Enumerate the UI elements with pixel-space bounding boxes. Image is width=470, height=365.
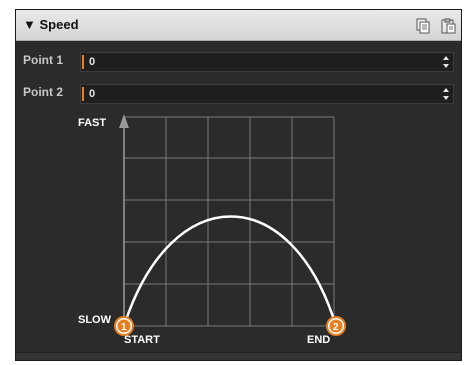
speed-curve-graph: 1 2 xyxy=(114,114,346,336)
speed-panel: ▼ Speed Point 1 0 Point 2 0 1 2 FAST SLO… xyxy=(15,9,462,361)
graph-grid xyxy=(123,116,335,327)
curve-point-1[interactable]: 1 xyxy=(114,316,134,336)
curve-point-2[interactable]: 2 xyxy=(326,316,346,336)
y-axis-top-label: FAST xyxy=(78,117,107,129)
y-axis-arrow xyxy=(119,114,129,326)
point-2-number: 2 xyxy=(333,322,339,333)
point-1-number: 1 xyxy=(121,322,127,333)
x-axis-left-label: START xyxy=(124,334,160,346)
y-axis-bottom-label: SLOW xyxy=(78,314,111,326)
speed-curve xyxy=(122,215,338,327)
x-axis-right-label: END xyxy=(307,334,331,346)
panel-footer xyxy=(16,352,461,360)
